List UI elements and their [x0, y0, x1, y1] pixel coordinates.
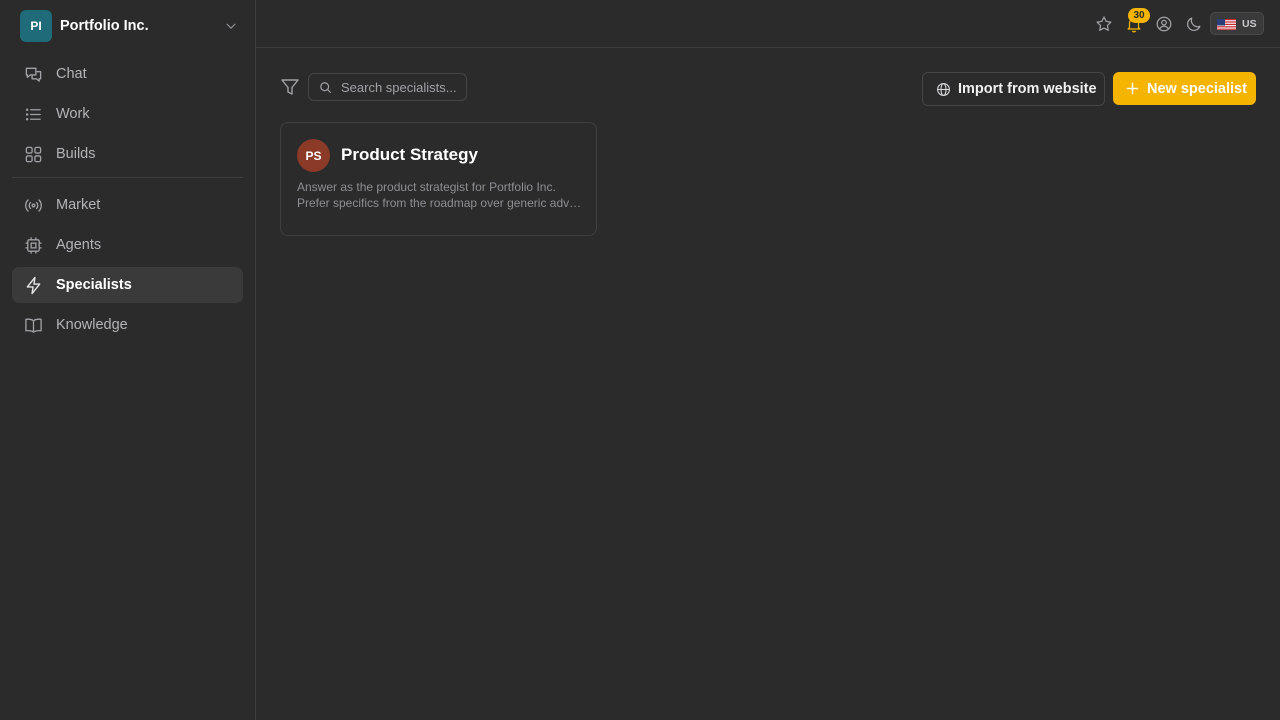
import-from-website-button[interactable]: Import from website: [922, 72, 1105, 106]
locale-code: US: [1242, 17, 1257, 30]
org-avatar: PI: [20, 10, 52, 42]
search-icon: [320, 81, 331, 93]
sidebar-item-work[interactable]: Work: [12, 96, 243, 132]
import-label: Import from website: [958, 81, 1097, 97]
sidebar-item-label: Market: [56, 197, 101, 213]
sidebar-item-label: Specialists: [56, 277, 132, 293]
grid-icon: [25, 146, 42, 162]
sidebar-divider: [12, 177, 243, 178]
description-line: Prefer specifics from the roadmap over g…: [297, 196, 582, 210]
user-circle-icon[interactable]: [1155, 15, 1173, 33]
list-icon: [25, 108, 41, 120]
topbar: 30 US: [256, 0, 1280, 48]
broadcast-icon: [25, 198, 42, 212]
specialist-avatar: PS: [297, 139, 330, 172]
sidebar-item-label: Builds: [56, 146, 96, 162]
chip-icon: [25, 236, 42, 254]
sidebar-item-market[interactable]: Market: [12, 187, 243, 223]
sidebar-item-builds[interactable]: Builds: [12, 136, 243, 172]
chat-icon: [25, 67, 42, 82]
search-box: [308, 73, 467, 101]
sidebar-item-specialists[interactable]: Specialists: [12, 267, 243, 303]
sidebar-nav: Chat Work Builds Market Agents Specialis…: [12, 56, 243, 347]
book-icon: [25, 318, 42, 333]
new-label: New specialist: [1147, 80, 1247, 97]
us-flag-icon: [1217, 18, 1236, 30]
sidebar-item-agents[interactable]: Agents: [12, 227, 243, 263]
lightning-icon: [26, 276, 41, 294]
sidebar: PI Portfolio Inc. Chat Work Builds Marke…: [0, 0, 256, 720]
sidebar-item-chat[interactable]: Chat: [12, 56, 243, 92]
plus-icon: [1126, 82, 1139, 95]
sidebar-item-label: Work: [56, 106, 90, 122]
chevron-down-icon: [226, 23, 236, 29]
sidebar-item-knowledge[interactable]: Knowledge: [12, 307, 243, 343]
specialist-card[interactable]: PS Product Strategy Answer as the produc…: [280, 122, 597, 236]
notification-badge: 30: [1128, 8, 1150, 23]
sidebar-item-label: Agents: [56, 237, 102, 253]
star-icon[interactable]: [1095, 15, 1113, 33]
search-input[interactable]: [341, 79, 461, 95]
specialist-description: Answer as the product strategist for Por…: [297, 179, 582, 211]
new-specialist-button[interactable]: New specialist: [1113, 72, 1256, 105]
org-switcher[interactable]: PI Portfolio Inc.: [20, 10, 240, 42]
filter-icon[interactable]: [280, 77, 300, 97]
description-line: Answer as the product strategist for Por…: [297, 180, 556, 194]
sidebar-item-label: Chat: [56, 66, 87, 82]
globe-icon: [937, 82, 950, 96]
specialist-title: Product Strategy: [341, 145, 478, 164]
org-name: Portfolio Inc.: [60, 18, 149, 34]
sidebar-item-label: Knowledge: [56, 317, 128, 333]
locale-selector[interactable]: US: [1210, 12, 1264, 35]
moon-icon[interactable]: [1185, 15, 1203, 33]
